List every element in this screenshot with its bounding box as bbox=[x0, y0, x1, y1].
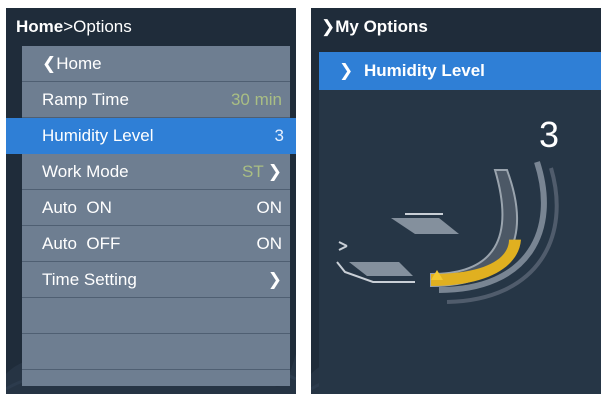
gauge-panel: 3 bbox=[319, 90, 601, 394]
chevron-right-icon: ❯ bbox=[267, 270, 282, 289]
humidity-screen: ❯My Options ❯ Humidity Level 3 bbox=[311, 8, 601, 394]
breadcrumb-options: >Options bbox=[63, 17, 132, 36]
menu-item-value: 30 min bbox=[230, 90, 282, 109]
screen-title-text: My Options bbox=[335, 17, 428, 36]
menu-item-ramp-time[interactable]: Ramp Time 30 min bbox=[22, 82, 290, 118]
chevron-right-icon: ❯ bbox=[321, 17, 336, 36]
menu-item-work-mode[interactable]: Work Mode ST ❯ bbox=[22, 154, 290, 190]
menu-item-label: ❮Home bbox=[42, 54, 102, 73]
screen-title: ❯My Options bbox=[311, 8, 601, 46]
menu-item-auto-off[interactable]: Auto OFF ON bbox=[22, 226, 290, 262]
menu-item-value: ON bbox=[256, 198, 283, 217]
menu-item-label: Ramp Time bbox=[42, 90, 129, 109]
breadcrumb: Home>Options bbox=[6, 8, 296, 46]
menu-item-value: ST bbox=[242, 162, 264, 181]
menu-item-value-wrap: ST ❯ bbox=[242, 154, 282, 190]
menu-item-label: Humidity Level bbox=[42, 126, 154, 145]
humidity-gauge bbox=[336, 161, 559, 304]
header-label: Humidity Level bbox=[363, 61, 485, 80]
menu-item-value: ON bbox=[256, 234, 283, 253]
menu-item-label: Auto OFF bbox=[42, 234, 121, 253]
menu-item-label: Time Setting bbox=[42, 270, 137, 289]
chevron-left-icon: ❮ bbox=[42, 54, 57, 73]
menu-item-value: 3 bbox=[274, 126, 284, 145]
menu-empty-row bbox=[22, 334, 290, 370]
menu-item-humidity-level[interactable]: Humidity Level 3 bbox=[6, 118, 296, 154]
humidity-level-header[interactable]: ❯ Humidity Level bbox=[319, 52, 601, 90]
menu-empty-row bbox=[22, 298, 290, 334]
options-screen: Home>Options ❮Home Ramp Time 30 min Humi… bbox=[6, 8, 296, 394]
options-menu: ❮Home Ramp Time 30 min Humidity Level 3 … bbox=[6, 46, 296, 386]
menu-item-label: Auto ON bbox=[42, 198, 112, 217]
chevron-right-icon: ❯ bbox=[339, 61, 354, 80]
menu-item-label: Work Mode bbox=[42, 162, 129, 181]
menu-item-auto-on[interactable]: Auto ON ON bbox=[22, 190, 290, 226]
menu-item-home[interactable]: ❮Home bbox=[22, 46, 290, 82]
menu-item-time-setting[interactable]: Time Setting ❯ bbox=[22, 262, 290, 298]
breadcrumb-home[interactable]: Home bbox=[16, 17, 63, 36]
chevron-right-icon: ❯ bbox=[267, 162, 282, 181]
